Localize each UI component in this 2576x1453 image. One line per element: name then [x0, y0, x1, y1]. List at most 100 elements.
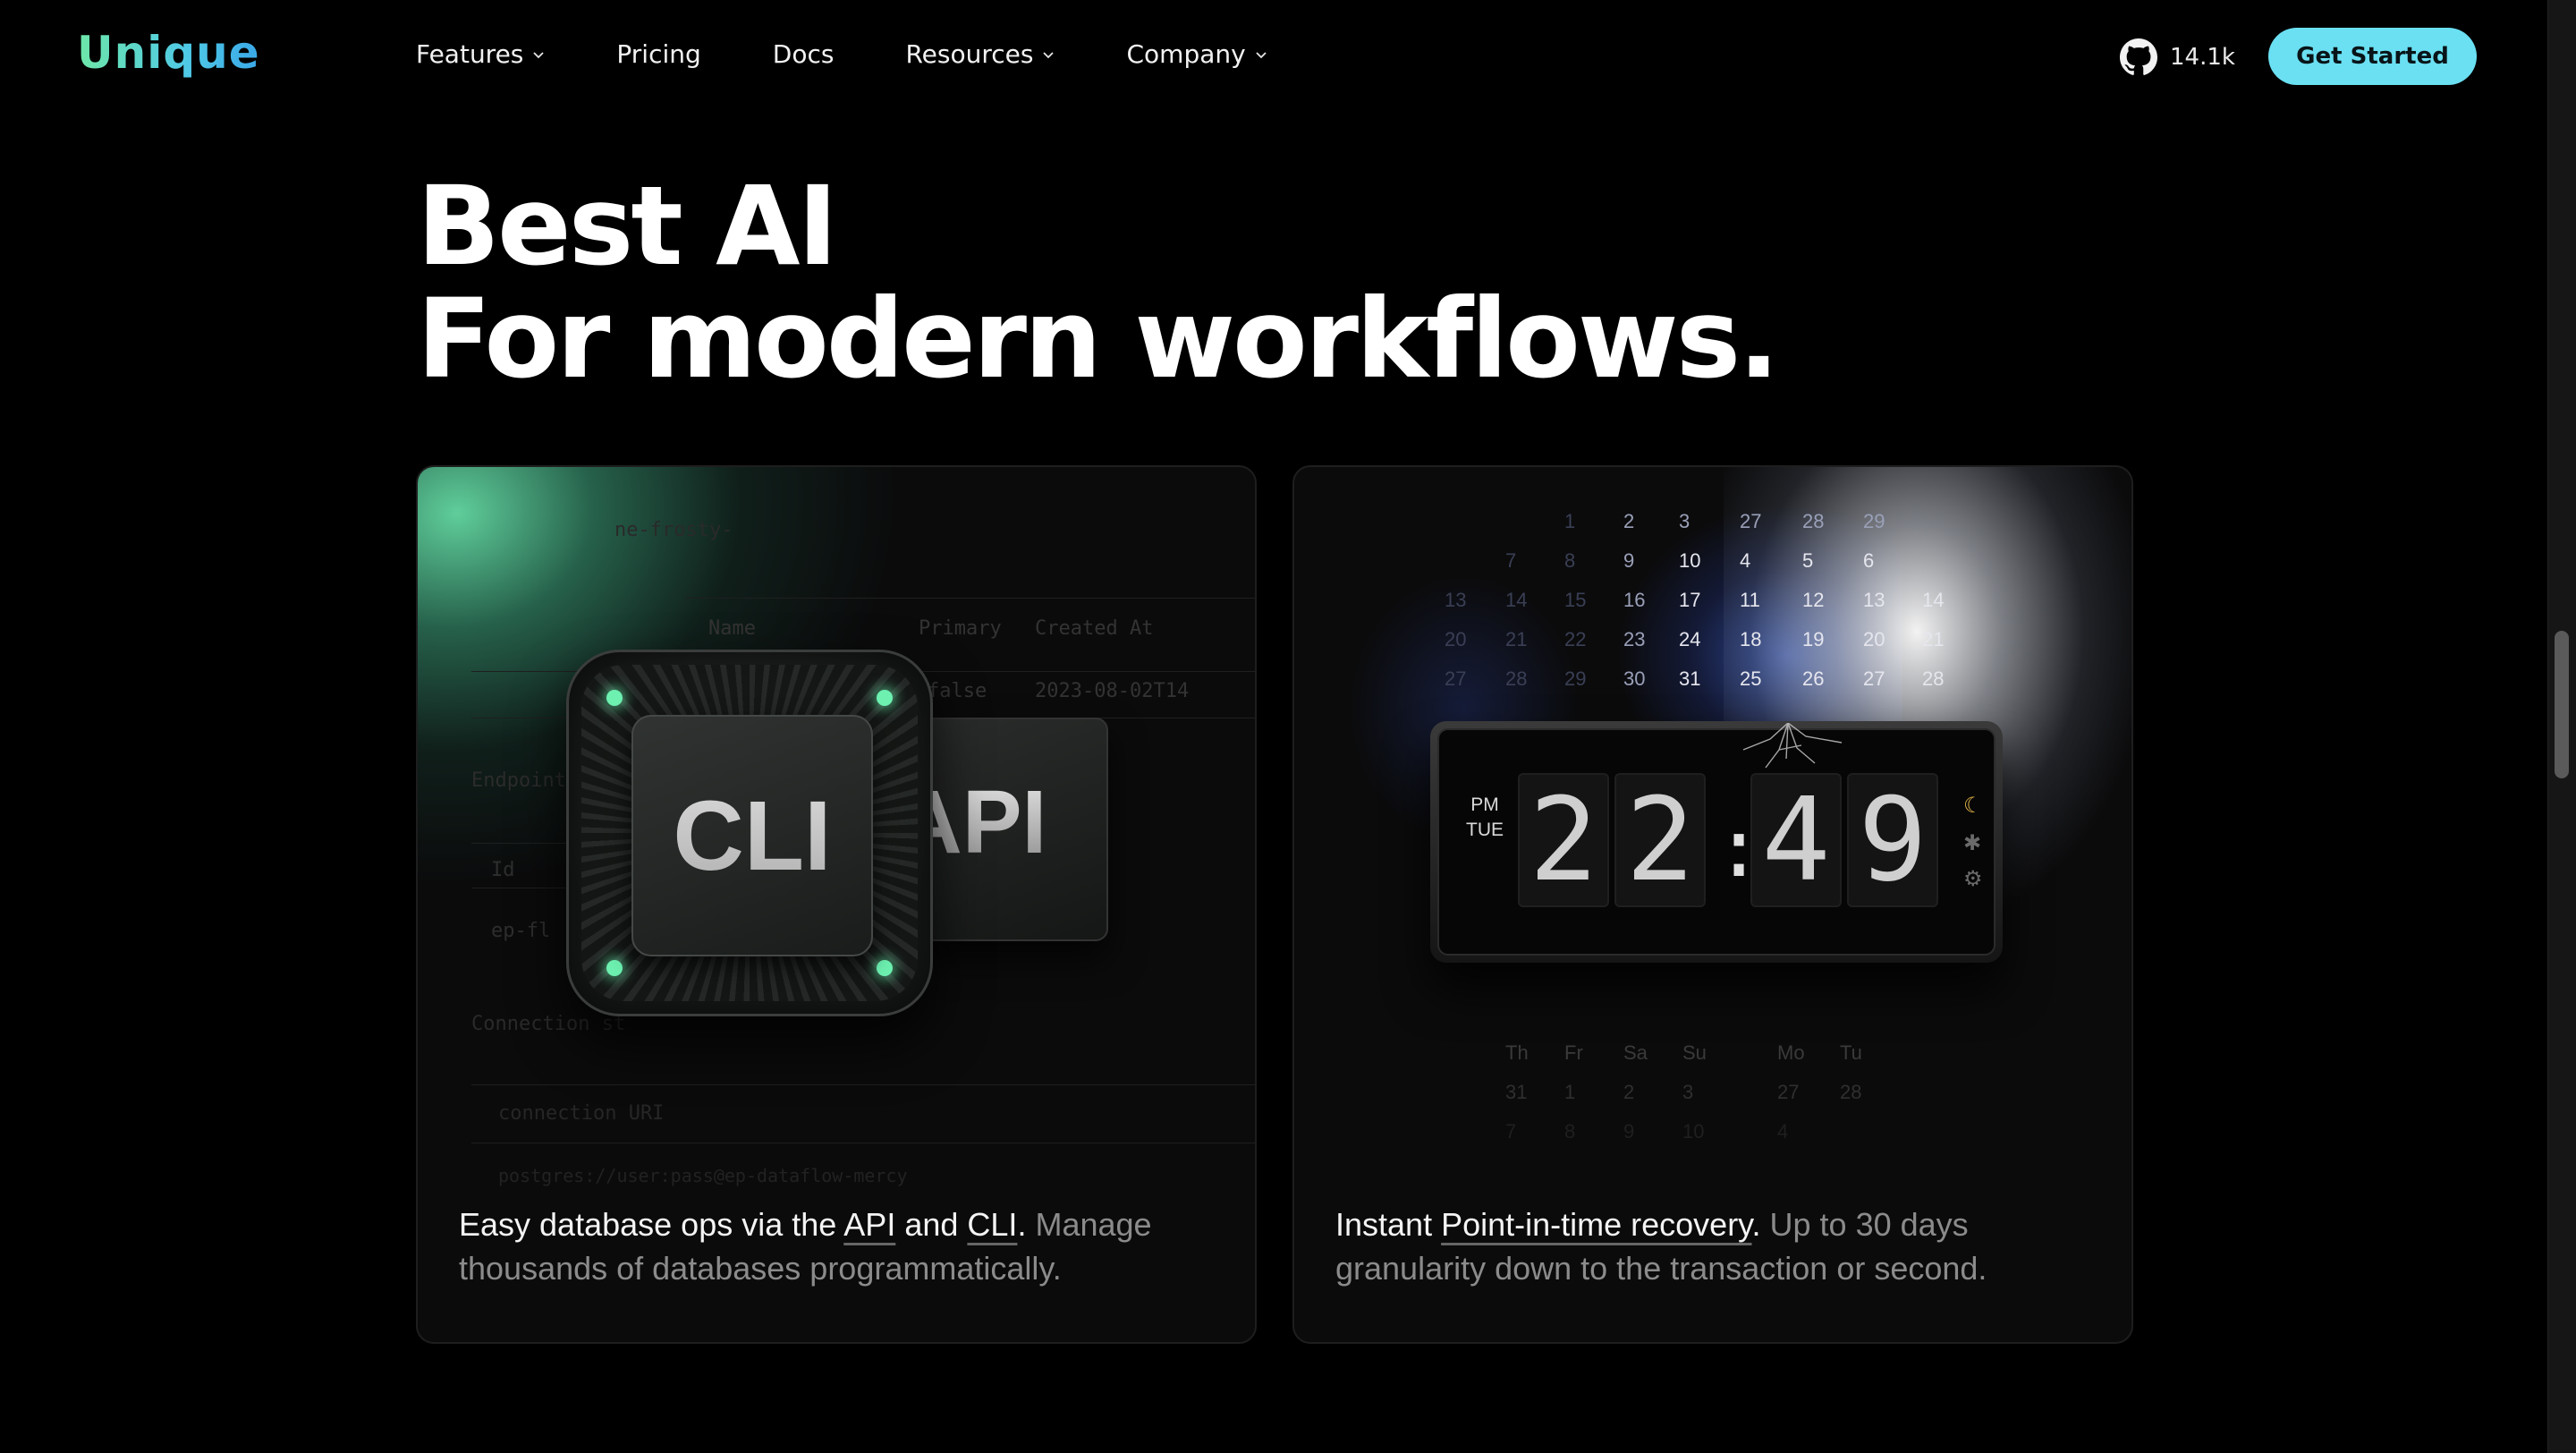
- crack-graphic: [1742, 723, 1843, 769]
- calendar-day: 7: [1505, 1120, 1517, 1143]
- calendar-day: 9: [1623, 549, 1635, 572]
- calendar-day: 23: [1623, 628, 1646, 650]
- calendar-day: 29: [1863, 510, 1885, 532]
- calendar-day: 28: [1802, 510, 1825, 532]
- calendar-day: 31: [1505, 1081, 1528, 1103]
- nav-pricing[interactable]: Pricing: [616, 39, 700, 69]
- bluetooth-icon: ✱: [1963, 830, 1982, 855]
- calendar-day: 27: [1445, 667, 1467, 690]
- cli-label: CLI: [633, 717, 871, 955]
- hero-title-line1: Best AI: [417, 163, 838, 290]
- calendar-day: 27: [1740, 510, 1762, 532]
- calendar-day: 25: [1740, 667, 1762, 690]
- calendar-day: 31: [1679, 667, 1701, 690]
- card-description: Easy database ops via the API and CLI. M…: [459, 1202, 1228, 1290]
- clock-meta: PM TUE: [1466, 793, 1504, 843]
- hero-title: Best AI For modern workflows.: [417, 170, 1780, 395]
- hero-title-line2: For modern workflows.: [417, 276, 1780, 403]
- nav-resources[interactable]: Resources: [905, 39, 1055, 69]
- card-description: Instant Point-in-time recovery. Up to 30…: [1335, 1202, 2105, 1290]
- nav-docs-label: Docs: [772, 39, 835, 69]
- clock-digit: 2: [1614, 773, 1706, 907]
- ghost-text: ep-fl: [491, 920, 551, 942]
- calendar-day: 1: [1564, 510, 1576, 532]
- calendar-day: 3: [1679, 510, 1690, 532]
- moon-icon: ☾: [1963, 793, 1983, 818]
- calendar-day: 20: [1863, 628, 1885, 650]
- calendar-day: 27: [1777, 1081, 1800, 1103]
- calendar-day: 12: [1802, 589, 1825, 611]
- calendar-day: 28: [1922, 667, 1945, 690]
- card-lead: Instant: [1335, 1206, 1442, 1243]
- calendar-day: 11: [1740, 589, 1760, 611]
- clock-ampm: PM: [1470, 794, 1499, 815]
- ghost-text: Primary: [919, 617, 1002, 640]
- calendar-day: 2: [1623, 510, 1635, 532]
- calendar-weekday: Su: [1682, 1041, 1707, 1064]
- nav-company-label: Company: [1126, 39, 1246, 69]
- clock-face: PM TUE 2 2 : 4 9 ☾ ✱ ⚙: [1437, 723, 1996, 956]
- calendar-day: 28: [1505, 667, 1528, 690]
- calendar-day: 15: [1564, 589, 1587, 611]
- calendar-day: 17: [1679, 589, 1701, 611]
- card-period: .: [1017, 1206, 1027, 1243]
- card-mid: and: [895, 1206, 968, 1243]
- pitr-link[interactable]: Point-in-time recovery: [1441, 1206, 1751, 1243]
- chip-led: [606, 690, 623, 706]
- nav-features[interactable]: Features: [416, 39, 545, 69]
- calendar-day: 13: [1445, 589, 1467, 611]
- nav-features-label: Features: [416, 39, 524, 69]
- cli-chip: CLI: [566, 650, 933, 1016]
- github-link[interactable]: 14.1k: [2120, 38, 2235, 76]
- calendar-day: 8: [1564, 549, 1576, 572]
- calendar-day: 1: [1564, 1081, 1576, 1103]
- ghost-text: Id: [491, 859, 515, 881]
- chip-led: [877, 690, 893, 706]
- calendar-day: 4: [1740, 549, 1751, 572]
- calendar-day: 20: [1445, 628, 1467, 650]
- calendar-day: 14: [1922, 589, 1945, 611]
- calendar-day: 4: [1777, 1120, 1789, 1143]
- ghost-text: Endpoint: [471, 769, 566, 792]
- digital-clock: PM TUE 2 2 : 4 9 ☾ ✱ ⚙: [1430, 721, 2003, 963]
- ghost-text: false: [928, 680, 987, 702]
- card-period: .: [1751, 1206, 1761, 1243]
- calendar-day: 16: [1623, 589, 1646, 611]
- github-icon: [2120, 38, 2157, 75]
- calendar-day: 18: [1740, 628, 1762, 650]
- ghost-text: ne-frosty-: [614, 519, 733, 541]
- main-menu: Features Pricing Docs Resources Company: [416, 39, 1339, 69]
- calendar-weekday: Tu: [1840, 1041, 1862, 1064]
- feature-card-pitr: 1 2 3 27 28 29 7 8 9 10 4 5 6 13 14 15 16 17 11 12 13 14 20 21 2…: [1292, 465, 2133, 1344]
- calendar-day: 26: [1802, 667, 1825, 690]
- logo[interactable]: Unique: [77, 27, 260, 79]
- calendar-day: 8: [1564, 1120, 1576, 1143]
- calendar-day: 13: [1863, 589, 1885, 611]
- cli-link[interactable]: CLI: [967, 1206, 1017, 1243]
- calendar-day: 30: [1623, 667, 1646, 690]
- top-navbar: Unique Features Pricing Docs Resources C…: [0, 0, 2547, 115]
- nav-docs[interactable]: Docs: [773, 39, 835, 69]
- calendar-day: 19: [1802, 628, 1825, 650]
- ghost-text: Connection st: [471, 1013, 626, 1035]
- clock-day: TUE: [1466, 820, 1504, 840]
- ghost-text: Name: [708, 617, 756, 640]
- clock-digit: 2: [1518, 773, 1609, 907]
- calendar-day: 3: [1682, 1081, 1694, 1103]
- chevron-down-icon: [1043, 51, 1055, 58]
- get-started-button[interactable]: Get Started: [2268, 28, 2477, 85]
- ghost-rule: [686, 598, 1255, 599]
- calendar-day: 14: [1505, 589, 1528, 611]
- calendar-day: 10: [1682, 1120, 1705, 1143]
- scrollbar-thumb[interactable]: [2555, 631, 2569, 778]
- calendar-day: 6: [1863, 549, 1875, 572]
- ghost-text: postgres://user:pass@ep-dataflow-mercy: [498, 1165, 908, 1186]
- calendar-weekday: Th: [1505, 1041, 1529, 1064]
- chevron-down-icon: [533, 51, 545, 58]
- calendar-weekday: Fr: [1564, 1041, 1583, 1064]
- nav-pricing-label: Pricing: [616, 39, 701, 69]
- calendar-day: 10: [1679, 549, 1701, 572]
- api-link[interactable]: API: [843, 1206, 895, 1243]
- nav-company[interactable]: Company: [1126, 39, 1267, 69]
- feature-card-cli-api: ne-frosty- Name Primary Created At false…: [416, 465, 1257, 1344]
